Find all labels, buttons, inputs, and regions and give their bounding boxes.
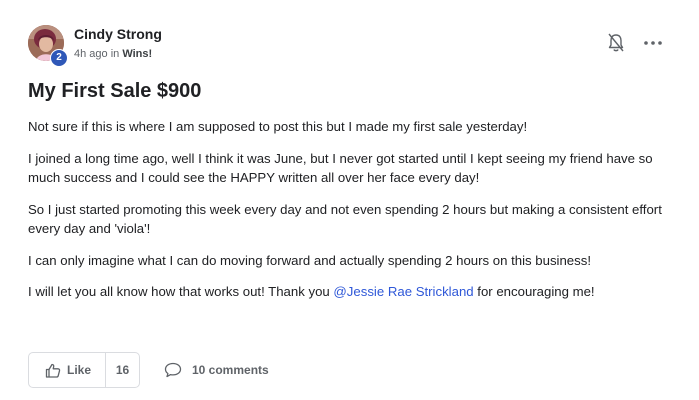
post-card: 2 Cindy Strong 4h ago in Wins! My First … — [0, 0, 699, 400]
like-count[interactable]: 16 — [106, 363, 139, 377]
post-paragraph: I can only imagine what I can do moving … — [28, 252, 591, 268]
post-paragraph: Not sure if this is where I am supposed … — [28, 119, 528, 134]
more-horizontal-icon — [644, 41, 662, 45]
like-button[interactable]: Like — [29, 353, 105, 387]
meta-in: in — [110, 48, 120, 60]
post-body: Not sure if this is where I am supposed … — [28, 117, 683, 314]
more-options-button[interactable] — [642, 34, 664, 52]
post-title: My First Sale $900 — [28, 80, 202, 102]
like-label: Like — [67, 363, 92, 377]
paragraph-text: I will let you all know how that works o… — [28, 284, 334, 299]
thumbs-up-icon — [45, 363, 61, 378]
comments-label: 10 comments — [192, 363, 269, 377]
post-meta: 4h ago in Wins! — [74, 48, 152, 60]
post-category[interactable]: Wins! — [122, 48, 152, 60]
post-time: 4h ago — [74, 48, 108, 60]
post-paragraph: So I just started promoting this week ev… — [28, 201, 662, 237]
paragraph-text: for encouraging me! — [473, 284, 595, 299]
level-badge: 2 — [50, 49, 68, 67]
post-header: 2 Cindy Strong 4h ago in Wins! — [24, 22, 674, 67]
author-name[interactable]: Cindy Strong — [74, 26, 162, 42]
comments-button[interactable]: 10 comments — [164, 361, 294, 379]
comment-bubble-icon — [164, 362, 182, 378]
bell-icon — [608, 33, 624, 52]
like-group: Like 16 — [28, 352, 140, 388]
author-avatar[interactable]: 2 — [28, 25, 68, 67]
user-mention-link[interactable]: @Jessie Rae Strickland — [333, 284, 473, 299]
post-paragraph: I will let you all know how that works o… — [28, 282, 683, 302]
post-paragraph: I joined a long time ago, well I think i… — [28, 150, 653, 186]
notification-button[interactable] — [606, 32, 626, 54]
